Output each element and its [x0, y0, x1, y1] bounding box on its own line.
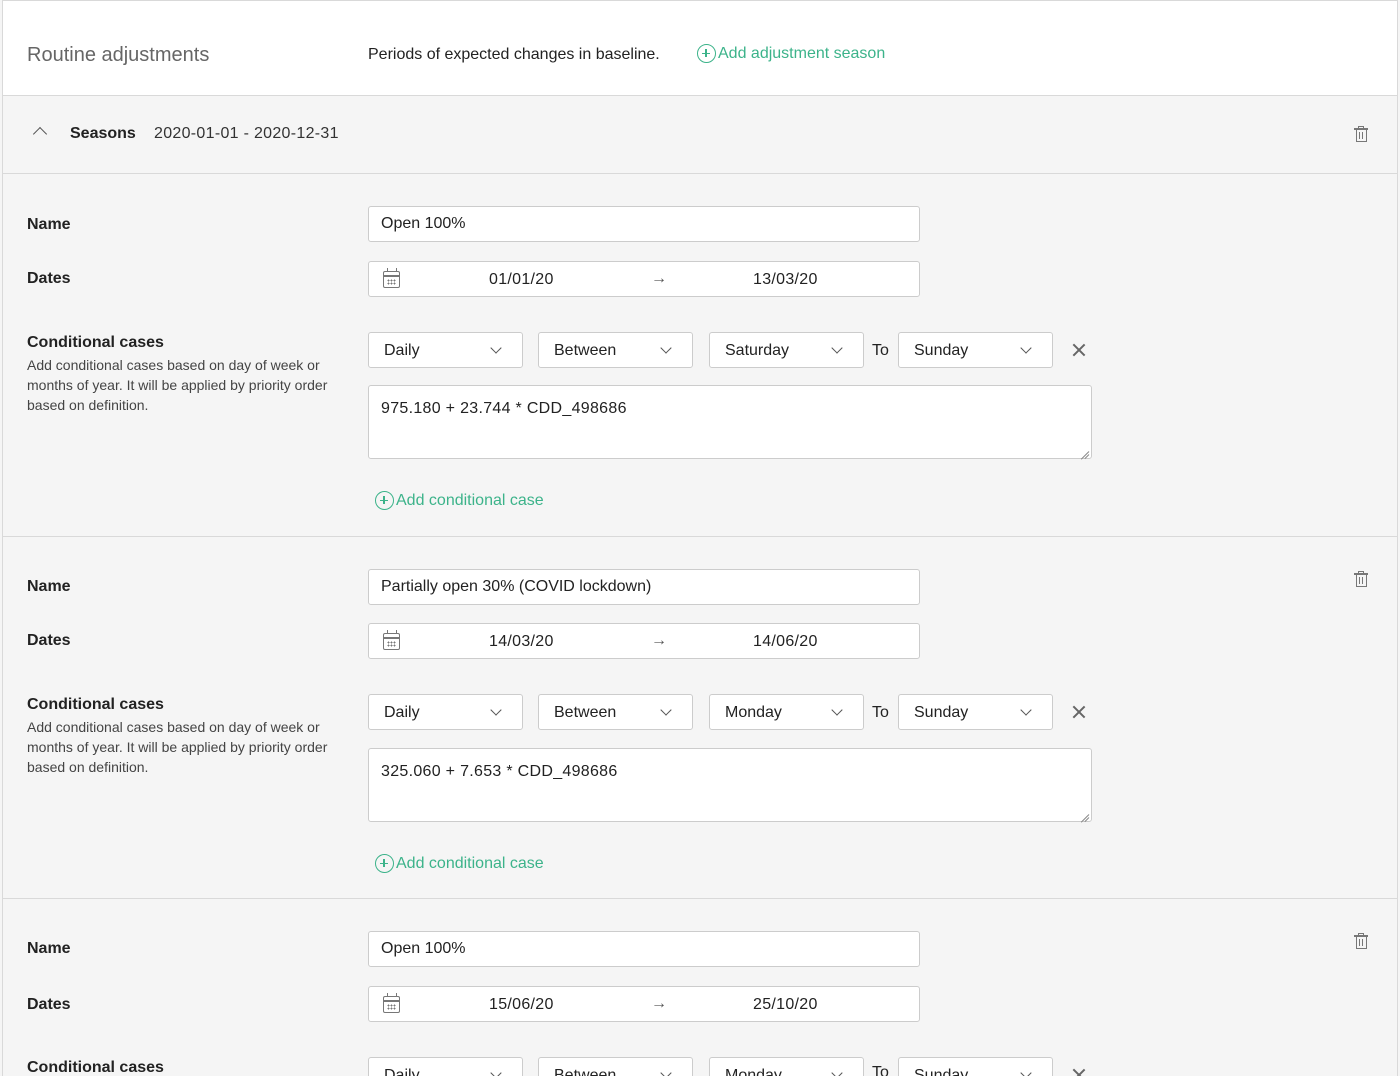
to-day-value: Sunday — [914, 704, 969, 721]
operator-value: Between — [554, 704, 617, 721]
calendar-icon — [383, 993, 400, 1013]
arrow-right-icon: → — [651, 632, 667, 649]
frequency-value: Daily — [384, 1067, 420, 1076]
to-label: To — [872, 704, 889, 721]
from-day-select[interactable]: Saturday — [709, 332, 864, 368]
date-end: 13/03/20 — [753, 271, 818, 288]
to-label: To — [872, 1064, 889, 1076]
section-description: Periods of expected changes in baseline. — [368, 46, 660, 63]
date-range-picker[interactable]: 14/03/20 → 14/06/20 — [368, 623, 920, 659]
from-day-value: Monday — [725, 1067, 782, 1076]
from-day-select[interactable]: Monday — [709, 694, 864, 730]
date-end: 25/10/20 — [753, 996, 818, 1013]
from-day-select[interactable]: Monday — [709, 1057, 864, 1076]
routine-adjustments-panel: Routine adjustments Periods of expected … — [2, 0, 1398, 1076]
formula-value: 975.180 + 23.744 * CDD_498686 — [381, 400, 627, 417]
date-start: 01/01/20 — [489, 271, 554, 288]
formula-textarea[interactable]: 325.060 + 7.653 * CDD_498686 — [368, 748, 1092, 822]
to-day-value: Sunday — [914, 342, 969, 359]
arrow-right-icon: → — [651, 270, 667, 287]
plus-circle-icon — [697, 44, 716, 63]
add-conditional-case-button[interactable]: Add conditional case — [375, 491, 544, 510]
add-conditional-case-button[interactable]: Add conditional case — [375, 854, 544, 873]
date-start: 14/03/20 — [489, 633, 554, 650]
add-conditional-case-label: Add conditional case — [396, 491, 544, 509]
plus-circle-icon — [375, 854, 394, 873]
chevron-down-icon — [660, 342, 672, 354]
frequency-value: Daily — [384, 704, 420, 721]
date-range-picker[interactable]: 15/06/20 → 25/10/20 — [368, 986, 920, 1022]
operator-value: Between — [554, 342, 617, 359]
from-day-value: Monday — [725, 704, 782, 721]
chevron-down-icon — [831, 1067, 843, 1076]
frequency-value: Daily — [384, 342, 420, 359]
trash-icon[interactable] — [1354, 933, 1368, 949]
trash-icon[interactable] — [1354, 571, 1368, 587]
conditional-cases-label: Conditional cases — [27, 334, 164, 351]
chevron-down-icon — [831, 704, 843, 716]
add-adjustment-season-button[interactable]: Add adjustment season — [697, 44, 885, 63]
frequency-select[interactable]: Daily — [368, 332, 523, 368]
operator-select[interactable]: Between — [538, 694, 693, 730]
to-day-select[interactable]: Sunday — [898, 332, 1053, 368]
name-label: Name — [27, 940, 71, 957]
frequency-select[interactable]: Daily — [368, 694, 523, 730]
operator-value: Between — [554, 1067, 617, 1076]
chevron-down-icon — [660, 1067, 672, 1076]
chevron-down-icon — [490, 1067, 502, 1076]
add-adjustment-season-label: Add adjustment season — [718, 44, 886, 62]
name-input[interactable]: Open 100% — [368, 931, 920, 967]
name-input[interactable]: Partially open 30% (COVID lockdown) — [368, 569, 920, 605]
plus-circle-icon — [375, 491, 394, 510]
frequency-select[interactable]: Daily — [368, 1057, 523, 1076]
section-title: Routine adjustments — [27, 44, 210, 66]
resize-handle-icon[interactable] — [1079, 446, 1089, 456]
chevron-down-icon — [1020, 1067, 1032, 1076]
chevron-down-icon — [490, 704, 502, 716]
routine-adjustments-header: Routine adjustments Periods of expected … — [3, 0, 1397, 96]
date-end: 14/06/20 — [753, 633, 818, 650]
date-start: 15/06/20 — [489, 996, 554, 1013]
name-input[interactable]: Open 100% — [368, 206, 920, 242]
from-day-value: Saturday — [725, 342, 790, 359]
operator-select[interactable]: Between — [538, 1057, 693, 1076]
conditional-cases-help: Add conditional cases based on day of we… — [27, 357, 328, 413]
add-conditional-case-label: Add conditional case — [396, 854, 544, 872]
chevron-down-icon — [831, 342, 843, 354]
conditional-cases-help: Add conditional cases based on day of we… — [27, 719, 328, 775]
to-day-select[interactable]: Sunday — [898, 694, 1053, 730]
formula-textarea[interactable]: 975.180 + 23.744 * CDD_498686 — [368, 385, 1092, 459]
dates-label: Dates — [27, 632, 71, 649]
dates-label: Dates — [27, 996, 71, 1013]
formula-value: 325.060 + 7.653 * CDD_498686 — [381, 763, 618, 780]
close-icon[interactable] — [1070, 1066, 1088, 1076]
arrow-right-icon: → — [651, 995, 667, 1012]
dates-label: Dates — [27, 270, 71, 287]
calendar-icon — [383, 630, 400, 650]
seasons-date-range: 2020-01-01 - 2020-12-31 — [154, 125, 339, 142]
to-day-value: Sunday — [914, 1067, 969, 1076]
resize-handle-icon[interactable] — [1079, 809, 1089, 819]
chevron-down-icon — [1020, 342, 1032, 354]
name-label: Name — [27, 578, 71, 595]
to-label: To — [872, 342, 889, 359]
seasons-label: Seasons — [70, 125, 136, 142]
to-day-select[interactable]: Sunday — [898, 1057, 1053, 1076]
chevron-down-icon — [660, 704, 672, 716]
name-label: Name — [27, 216, 71, 233]
date-range-picker[interactable]: 01/01/20 → 13/03/20 — [368, 261, 920, 297]
conditional-cases-label: Conditional cases — [27, 696, 164, 713]
close-icon[interactable] — [1070, 341, 1088, 359]
calendar-icon — [383, 268, 400, 288]
chevron-down-icon — [1020, 704, 1032, 716]
close-icon[interactable] — [1070, 703, 1088, 721]
operator-select[interactable]: Between — [538, 332, 693, 368]
chevron-down-icon — [490, 342, 502, 354]
conditional-cases-label: Conditional cases — [27, 1059, 164, 1076]
trash-icon[interactable] — [1354, 126, 1368, 142]
